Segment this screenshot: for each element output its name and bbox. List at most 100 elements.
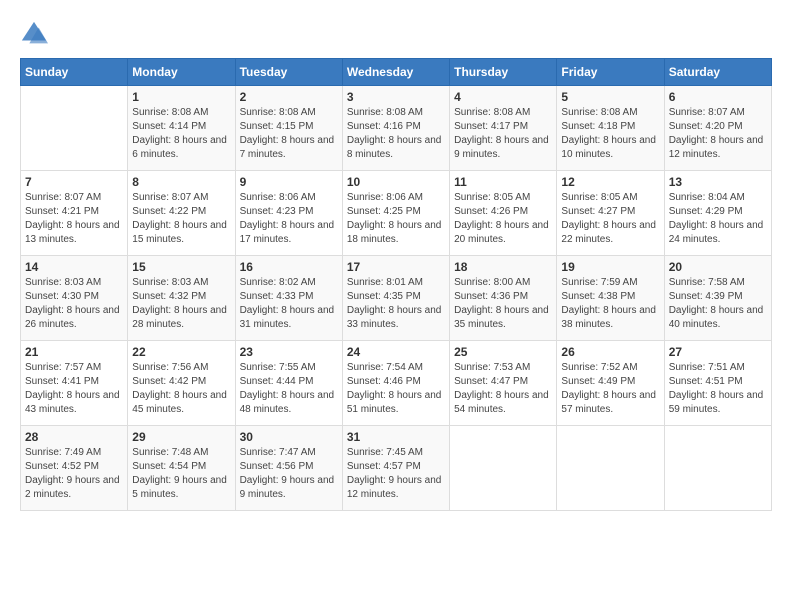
daylight-text: Daylight: 8 hours and 6 minutes. <box>132 134 230 162</box>
sunset-text: Sunset: 4:56 PM <box>240 460 338 474</box>
daylight-text: Daylight: 8 hours and 43 minutes. <box>25 389 123 417</box>
day-info: Sunrise: 8:08 AMSunset: 4:15 PMDaylight:… <box>240 106 338 162</box>
calendar-week-row: 28Sunrise: 7:49 AMSunset: 4:52 PMDayligh… <box>21 426 772 511</box>
day-number: 15 <box>132 260 230 274</box>
sunset-text: Sunset: 4:26 PM <box>454 205 552 219</box>
calendar-cell: 21Sunrise: 7:57 AMSunset: 4:41 PMDayligh… <box>21 341 128 426</box>
sunset-text: Sunset: 4:25 PM <box>347 205 445 219</box>
day-info: Sunrise: 8:04 AMSunset: 4:29 PMDaylight:… <box>669 191 767 247</box>
daylight-text: Daylight: 8 hours and 18 minutes. <box>347 219 445 247</box>
day-info: Sunrise: 8:08 AMSunset: 4:16 PMDaylight:… <box>347 106 445 162</box>
sunrise-text: Sunrise: 7:47 AM <box>240 446 338 460</box>
day-number: 19 <box>561 260 659 274</box>
sunrise-text: Sunrise: 8:08 AM <box>240 106 338 120</box>
daylight-text: Daylight: 8 hours and 57 minutes. <box>561 389 659 417</box>
day-number: 5 <box>561 90 659 104</box>
sunset-text: Sunset: 4:27 PM <box>561 205 659 219</box>
calendar-cell: 24Sunrise: 7:54 AMSunset: 4:46 PMDayligh… <box>342 341 449 426</box>
day-number: 10 <box>347 175 445 189</box>
day-info: Sunrise: 8:08 AMSunset: 4:14 PMDaylight:… <box>132 106 230 162</box>
sunset-text: Sunset: 4:21 PM <box>25 205 123 219</box>
sunset-text: Sunset: 4:51 PM <box>669 375 767 389</box>
day-number: 20 <box>669 260 767 274</box>
daylight-text: Daylight: 8 hours and 17 minutes. <box>240 219 338 247</box>
calendar-cell: 8Sunrise: 8:07 AMSunset: 4:22 PMDaylight… <box>128 171 235 256</box>
daylight-text: Daylight: 9 hours and 9 minutes. <box>240 474 338 502</box>
daylight-text: Daylight: 8 hours and 13 minutes. <box>25 219 123 247</box>
weekday-header-friday: Friday <box>557 59 664 86</box>
day-info: Sunrise: 7:57 AMSunset: 4:41 PMDaylight:… <box>25 361 123 417</box>
day-number: 2 <box>240 90 338 104</box>
day-number: 30 <box>240 430 338 444</box>
sunset-text: Sunset: 4:44 PM <box>240 375 338 389</box>
daylight-text: Daylight: 8 hours and 45 minutes. <box>132 389 230 417</box>
sunset-text: Sunset: 4:46 PM <box>347 375 445 389</box>
calendar-cell: 25Sunrise: 7:53 AMSunset: 4:47 PMDayligh… <box>450 341 557 426</box>
calendar-cell: 19 Sunrise: 7:59 AMSunset: 4:38 PMDayligh… <box>557 256 664 341</box>
daylight-text: Daylight: 8 hours and 10 minutes. <box>561 134 659 162</box>
daylight-text: Daylight: 8 hours and 48 minutes. <box>240 389 338 417</box>
weekday-header-sunday: Sunday <box>21 59 128 86</box>
day-number: 14 <box>25 260 123 274</box>
day-number: 16 <box>240 260 338 274</box>
calendar-cell: 16 Sunrise: 8:02 AMSunset: 4:33 PMDayligh… <box>235 256 342 341</box>
day-info: Sunrise: 8:07 AMSunset: 4:22 PMDaylight:… <box>132 191 230 247</box>
weekday-header-thursday: Thursday <box>450 59 557 86</box>
calendar-cell: 4 Sunrise: 8:08 AMSunset: 4:17 PMDaylight… <box>450 86 557 171</box>
sunrise-text: Sunrise: 8:07 AM <box>132 191 230 205</box>
day-number: 31 <box>347 430 445 444</box>
daylight-text: Daylight: 8 hours and 26 minutes. <box>25 304 123 332</box>
calendar-cell: 28Sunrise: 7:49 AMSunset: 4:52 PMDayligh… <box>21 426 128 511</box>
daylight-text: Daylight: 9 hours and 2 minutes. <box>25 474 123 502</box>
daylight-text: Daylight: 8 hours and 28 minutes. <box>132 304 230 332</box>
daylight-text: Daylight: 8 hours and 15 minutes. <box>132 219 230 247</box>
sunrise-text: Sunrise: 8:01 AM <box>347 276 445 290</box>
day-info: Sunrise: 7:55 AMSunset: 4:44 PMDaylight:… <box>240 361 338 417</box>
calendar-cell <box>450 426 557 511</box>
day-number: 3 <box>347 90 445 104</box>
calendar-cell: 6Sunrise: 8:07 AMSunset: 4:20 PMDaylight… <box>664 86 771 171</box>
sunrise-text: Sunrise: 8:03 AM <box>25 276 123 290</box>
daylight-text: Daylight: 8 hours and 31 minutes. <box>240 304 338 332</box>
sunrise-text: Sunrise: 7:54 AM <box>347 361 445 375</box>
sunrise-text: Sunrise: 8:02 AM <box>240 276 338 290</box>
day-info: Sunrise: 7:54 AMSunset: 4:46 PMDaylight:… <box>347 361 445 417</box>
sunset-text: Sunset: 4:33 PM <box>240 290 338 304</box>
weekday-header-monday: Monday <box>128 59 235 86</box>
day-info: Sunrise: 8:08 AMSunset: 4:17 PMDaylight:… <box>454 106 552 162</box>
day-info: Sunrise: 8:05 AMSunset: 4:26 PMDaylight:… <box>454 191 552 247</box>
daylight-text: Daylight: 8 hours and 38 minutes. <box>561 304 659 332</box>
sunset-text: Sunset: 4:29 PM <box>669 205 767 219</box>
sunrise-text: Sunrise: 7:51 AM <box>669 361 767 375</box>
day-number: 29 <box>132 430 230 444</box>
day-number: 13 <box>669 175 767 189</box>
calendar-cell: 10 Sunrise: 8:06 AMSunset: 4:25 PMDayligh… <box>342 171 449 256</box>
daylight-text: Daylight: 9 hours and 12 minutes. <box>347 474 445 502</box>
calendar-cell <box>557 426 664 511</box>
sunrise-text: Sunrise: 8:06 AM <box>347 191 445 205</box>
sunrise-text: Sunrise: 8:04 AM <box>669 191 767 205</box>
day-info: Sunrise: 8:08 AMSunset: 4:18 PMDaylight:… <box>561 106 659 162</box>
day-info: Sunrise: 8:02 AMSunset: 4:33 PMDaylight:… <box>240 276 338 332</box>
calendar-cell: 7Sunrise: 8:07 AMSunset: 4:21 PMDaylight… <box>21 171 128 256</box>
sunrise-text: Sunrise: 7:59 AM <box>561 276 659 290</box>
day-number: 7 <box>25 175 123 189</box>
day-info: Sunrise: 8:01 AMSunset: 4:35 PMDaylight:… <box>347 276 445 332</box>
sunset-text: Sunset: 4:38 PM <box>561 290 659 304</box>
day-number: 4 <box>454 90 552 104</box>
day-info: Sunrise: 7:52 AMSunset: 4:49 PMDaylight:… <box>561 361 659 417</box>
day-info: Sunrise: 8:06 AMSunset: 4:25 PMDaylight:… <box>347 191 445 247</box>
day-number: 23 <box>240 345 338 359</box>
day-info: Sunrise: 8:03 AMSunset: 4:30 PMDaylight:… <box>25 276 123 332</box>
weekday-header-tuesday: Tuesday <box>235 59 342 86</box>
sunrise-text: Sunrise: 8:08 AM <box>561 106 659 120</box>
day-number: 6 <box>669 90 767 104</box>
calendar-cell: 31Sunrise: 7:45 AMSunset: 4:57 PMDayligh… <box>342 426 449 511</box>
sunset-text: Sunset: 4:47 PM <box>454 375 552 389</box>
sunset-text: Sunset: 4:15 PM <box>240 120 338 134</box>
day-info: Sunrise: 8:00 AMSunset: 4:36 PMDaylight:… <box>454 276 552 332</box>
logo-icon <box>20 20 48 48</box>
daylight-text: Daylight: 8 hours and 24 minutes. <box>669 219 767 247</box>
sunrise-text: Sunrise: 7:53 AM <box>454 361 552 375</box>
calendar-cell: 29Sunrise: 7:48 AMSunset: 4:54 PMDayligh… <box>128 426 235 511</box>
